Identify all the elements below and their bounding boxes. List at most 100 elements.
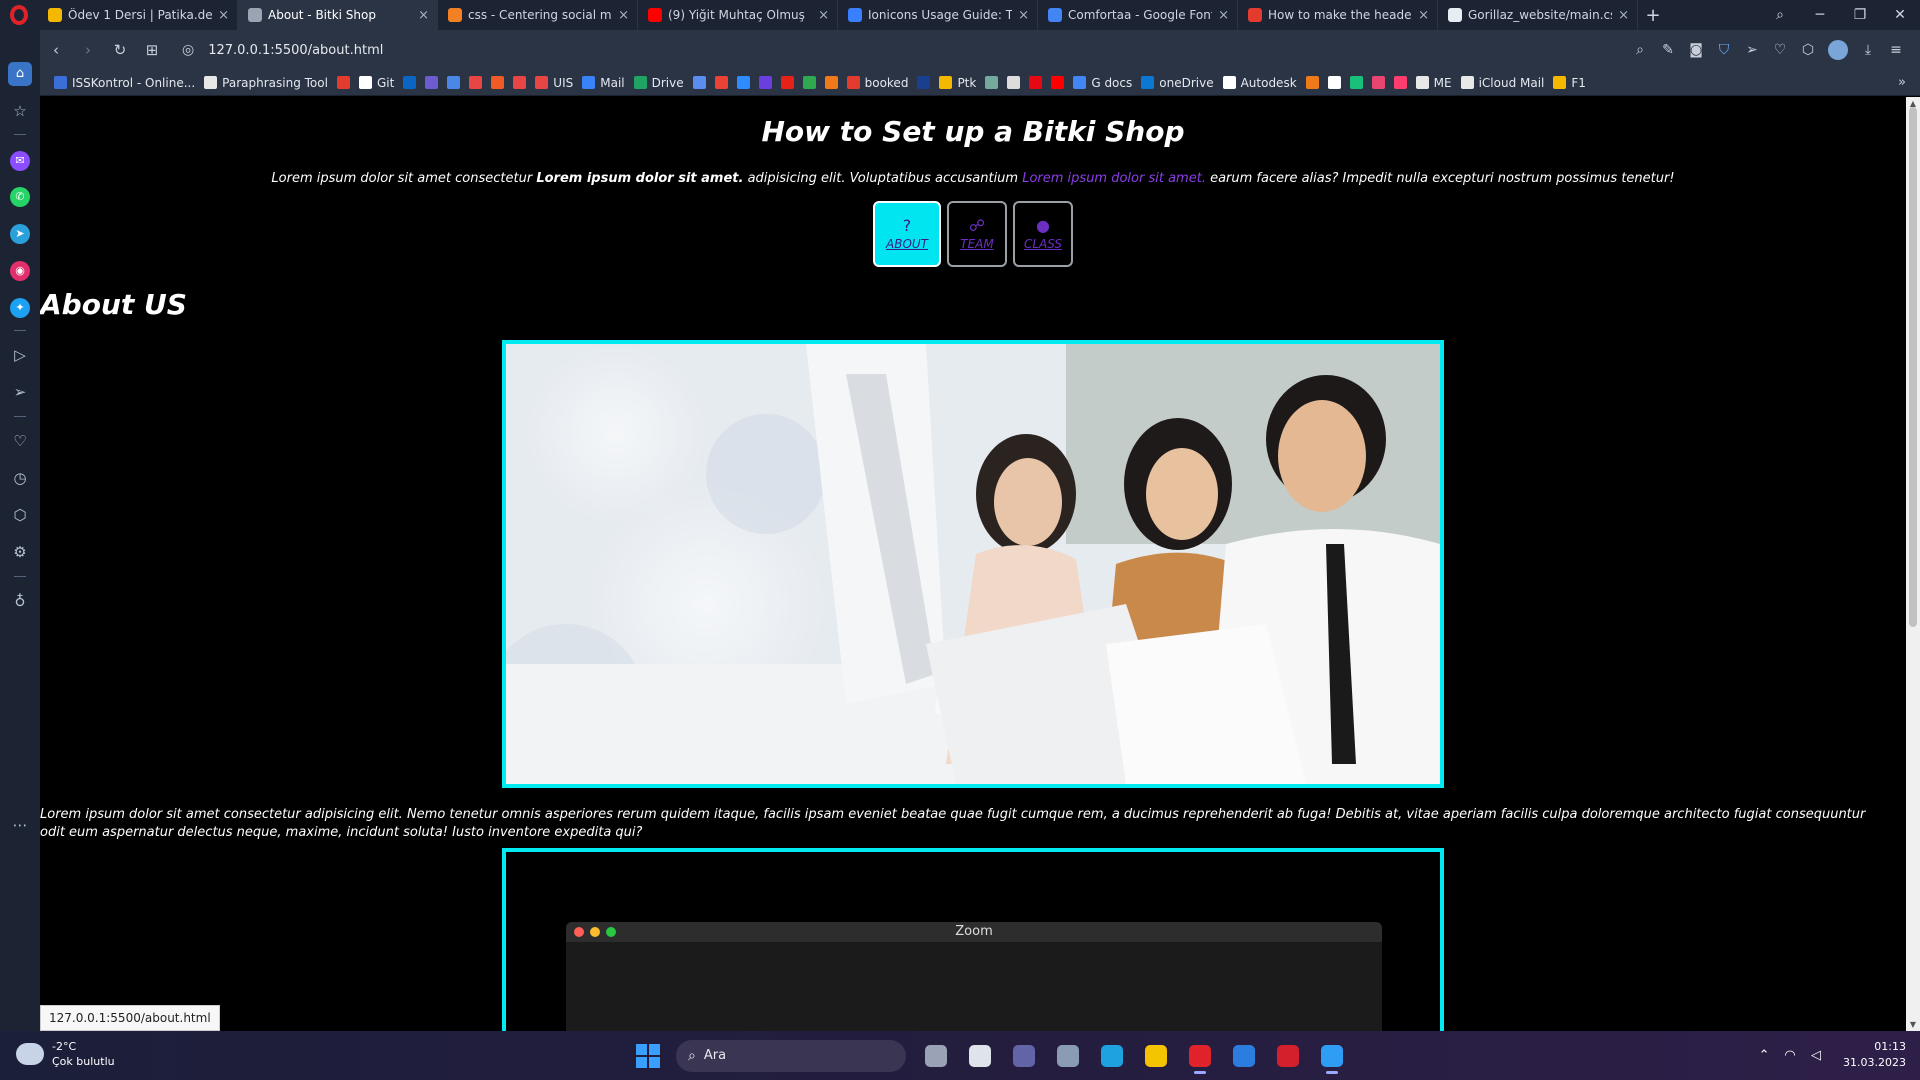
minimize-button[interactable]: ─ (1800, 7, 1840, 23)
file-explorer-icon[interactable] (1134, 1038, 1178, 1074)
task-view-icon[interactable] (958, 1038, 1002, 1074)
lead-link[interactable]: Lorem ipsum dolor sit amet. (1022, 171, 1206, 186)
bookmark-item[interactable]: Ptk (939, 76, 976, 90)
restore-button[interactable]: ❐ (1840, 7, 1880, 23)
bookmark-item[interactable]: ME (1415, 76, 1452, 90)
bookmark-item[interactable] (513, 76, 527, 89)
bookmark-item[interactable] (692, 76, 706, 89)
bookmark-item[interactable] (714, 76, 728, 89)
bookmark-item[interactable] (1371, 76, 1385, 89)
browser-tab[interactable]: (9) Yiğit Muhtaç Olmuş × (638, 0, 838, 30)
bookmark-item[interactable] (447, 76, 461, 89)
teams-icon[interactable] (1002, 1038, 1046, 1074)
browser-tab[interactable]: Gorillaz_website/main.css a × (1438, 0, 1638, 30)
bookmark-item[interactable] (1349, 76, 1363, 89)
bookmark-item[interactable]: Mail (582, 76, 625, 90)
virus-app-icon[interactable] (1266, 1038, 1310, 1074)
camera-icon[interactable]: ◙ (1682, 42, 1710, 58)
telegram-icon[interactable]: ➤ (0, 223, 40, 244)
back-button[interactable]: ‹ (40, 41, 72, 59)
tab-close-icon[interactable]: × (1418, 8, 1429, 23)
opera-menu-button[interactable] (0, 0, 38, 30)
mail-icon[interactable] (1222, 1038, 1266, 1074)
bookmark-item[interactable]: Paraphrasing Tool (204, 76, 328, 90)
whatsapp-icon[interactable]: ✆ (0, 186, 40, 207)
new-tab-button[interactable]: + (1638, 5, 1668, 26)
bookmark-item[interactable] (336, 76, 350, 89)
search-icon[interactable]: ⌕ (1626, 42, 1654, 58)
page-scrollbar[interactable]: ▲ ▼ (1906, 97, 1920, 1031)
bookmark-item[interactable] (1393, 76, 1407, 89)
flow-icon[interactable]: ➢ (0, 383, 40, 401)
bookmark-item[interactable]: UIS (535, 76, 573, 90)
bookmark-item[interactable] (1007, 76, 1021, 89)
tab-close-icon[interactable]: × (1018, 8, 1029, 23)
reload-button[interactable]: ↻ (104, 41, 136, 59)
url-text[interactable]: 127.0.0.1:5500/about.html (208, 43, 383, 58)
browser-tab[interactable]: css - Centering social medi × (438, 0, 638, 30)
sidebar-home[interactable]: ⌂ (0, 62, 40, 86)
clock[interactable]: 01:13 31.03.2023 (1843, 1039, 1906, 1071)
start-button[interactable] (636, 1043, 660, 1068)
vpn-shield-icon[interactable]: ⛉ (1710, 42, 1738, 58)
tab-close-icon[interactable]: × (818, 8, 829, 23)
site-info-icon[interactable]: ◎ (182, 42, 194, 58)
bookmark-item[interactable] (1051, 76, 1065, 89)
browser-tab[interactable]: About - Bitki Shop × (238, 0, 438, 30)
tab-close-icon[interactable]: × (1618, 8, 1629, 23)
section-nav-team[interactable]: ☍ TEAM (947, 201, 1007, 267)
bookmark-item[interactable] (1305, 76, 1319, 89)
tab-grid-button[interactable]: ⊞ (136, 41, 168, 59)
bookmark-item[interactable] (1029, 76, 1043, 89)
wifi-icon[interactable]: ◠ (1777, 1048, 1803, 1063)
bookmark-item[interactable] (917, 76, 931, 89)
extensions-icon[interactable]: ⬡ (0, 506, 40, 524)
tab-close-icon[interactable]: × (218, 8, 229, 23)
bookmark-item[interactable] (802, 76, 816, 89)
browser-tab[interactable]: Comfortaa - Google Fonts × (1038, 0, 1238, 30)
player-icon[interactable]: ▷ (0, 346, 40, 364)
bookmark-item[interactable]: F1 (1553, 76, 1586, 90)
settings-icon[interactable] (1046, 1038, 1090, 1074)
settings-gear-icon[interactable]: ⚙ (0, 543, 40, 561)
vscode-icon[interactable] (1310, 1038, 1354, 1074)
download-icon[interactable]: ⤓ (1854, 42, 1882, 58)
scroll-down-icon[interactable]: ▼ (1906, 1020, 1920, 1029)
bookmark-item[interactable]: Git (358, 76, 394, 90)
edit-icon[interactable]: ✎ (1654, 42, 1682, 58)
url-field[interactable]: ◎ 127.0.0.1:5500/about.html (182, 42, 383, 58)
bookmark-item[interactable]: oneDrive (1141, 76, 1214, 90)
lightbulb-icon[interactable]: ♁ (0, 592, 40, 610)
browser-tab[interactable]: Ionicons Usage Guide: Tips × (838, 0, 1038, 30)
bookmark-item[interactable] (985, 76, 999, 89)
bookmark-item[interactable]: iCloud Mail (1460, 76, 1544, 90)
volume-icon[interactable]: ◁ (1803, 1048, 1829, 1063)
bookmark-item[interactable]: Autodesk (1222, 76, 1297, 90)
opera-icon[interactable] (1178, 1038, 1222, 1074)
bookmark-item[interactable]: Drive (633, 76, 684, 90)
bookmark-item[interactable]: ISSKontrol - Online... (54, 76, 195, 90)
messenger-icon[interactable]: ✉ (0, 150, 40, 171)
pinboard-heart-icon[interactable]: ♡ (0, 432, 40, 450)
bookmark-item[interactable] (469, 76, 483, 89)
instagram-icon[interactable]: ◉ (0, 260, 40, 281)
bookmark-item[interactable] (780, 76, 794, 89)
close-window-button[interactable]: ✕ (1880, 7, 1920, 23)
bookmark-item[interactable] (491, 76, 505, 89)
more-sidebar-icon[interactable]: ⋯ (0, 816, 40, 834)
bookmark-item[interactable] (736, 76, 750, 89)
send-icon[interactable]: ➢ (1738, 42, 1766, 58)
weather-widget[interactable]: -2°C Çok bulutlu (16, 1039, 115, 1069)
tab-close-icon[interactable]: × (1218, 8, 1229, 23)
edge-icon[interactable] (1090, 1038, 1134, 1074)
easy-setup-menu-icon[interactable]: ≡ (1882, 42, 1910, 58)
scrollbar-thumb[interactable] (1909, 107, 1917, 627)
browser-tab[interactable]: Ödev 1 Dersi | Patika.dev × (38, 0, 238, 30)
bookmark-item[interactable] (758, 76, 772, 89)
section-nav-about[interactable]: ? ABOUT (873, 201, 941, 267)
tab-close-icon[interactable]: × (618, 8, 629, 23)
twitter-icon[interactable]: ✦ (0, 297, 40, 318)
tab-close-icon[interactable]: × (418, 8, 429, 23)
chevron-up-icon[interactable]: ⌃ (1751, 1048, 1777, 1063)
heart-icon[interactable]: ♡ (1766, 42, 1794, 58)
